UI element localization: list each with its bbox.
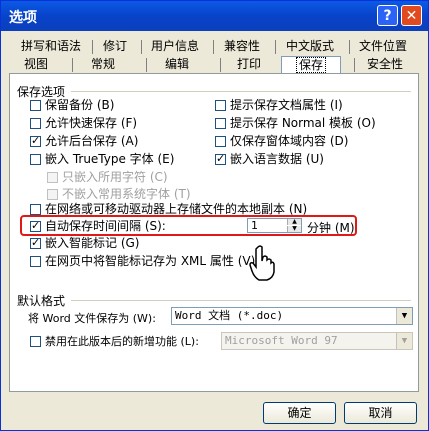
form-data-only-checkbox[interactable] [215, 136, 226, 147]
embed-used-chars-checkbox [47, 172, 58, 183]
local-copy-checkbox[interactable] [30, 204, 41, 215]
no-system-fonts-checkbox [47, 189, 58, 200]
dialog-title: 选项 [9, 10, 37, 26]
keep-backup-checkbox[interactable] [30, 100, 41, 111]
tab-asian-typography[interactable]: 中文版式 [275, 38, 344, 56]
tab-save[interactable]: 保存 [281, 56, 341, 74]
prompt-normal-template-checkbox[interactable] [215, 118, 226, 129]
save-as-label: 将 Word 文件保存为 (W): [28, 312, 156, 325]
cancel-button[interactable]: 取消 [344, 402, 417, 424]
tab-general[interactable]: 常规 [72, 56, 133, 74]
xml-smart-tags-checkbox[interactable] [30, 256, 41, 267]
embed-language-data-checkbox[interactable] [215, 152, 226, 165]
tab-spelling-grammar[interactable]: 拼写和语法 [13, 38, 89, 56]
title-bar: 选项 ? ✕ [1, 1, 428, 31]
highlight-box [20, 215, 357, 236]
tab-compatibility[interactable]: 兼容性 [213, 38, 270, 56]
hand-pointer-icon [249, 245, 275, 281]
tab-security[interactable]: 安全性 [354, 56, 415, 74]
ok-button[interactable]: 确定 [263, 402, 336, 424]
help-button[interactable]: ? [377, 5, 398, 26]
close-button[interactable]: ✕ [401, 5, 422, 26]
version-dropdown: Microsoft Word 97 ▼ [221, 332, 413, 350]
background-save-checkbox[interactable] [30, 134, 41, 147]
version-value: Microsoft Word 97 [225, 334, 338, 347]
save-as-value: Word 文档 (*.doc) [175, 309, 284, 322]
save-options-divider [71, 91, 411, 92]
tab-file-locations[interactable]: 文件位置 [349, 38, 416, 56]
tab-edit[interactable]: 编辑 [146, 56, 207, 74]
save-as-dropdown[interactable]: Word 文档 (*.doc) ▼ [171, 307, 413, 325]
dropdown-arrow-icon[interactable]: ▼ [396, 308, 412, 324]
fast-save-checkbox[interactable] [30, 118, 41, 129]
embed-truetype-checkbox[interactable] [30, 154, 41, 165]
tab-view[interactable]: 视图 [13, 56, 59, 74]
options-dialog: 选项 ? ✕ 拼写和语法 修订 用户信息 兼容性 中文版式 文件位置 视图 常规… [0, 0, 429, 431]
embed-smart-tags-checkbox[interactable] [30, 236, 41, 249]
tab-print[interactable]: 打印 [220, 56, 277, 74]
tab-save-label: 保存 [295, 57, 326, 73]
default-format-divider [71, 300, 411, 301]
tab-track-changes[interactable]: 修订 [92, 38, 137, 56]
disable-features-checkbox[interactable] [30, 336, 41, 347]
prompt-doc-props-checkbox[interactable] [215, 100, 226, 111]
default-format-label: 默认格式 [17, 294, 66, 308]
dropdown-arrow-icon: ▼ [396, 333, 412, 349]
tab-user-info[interactable]: 用户信息 [141, 38, 208, 56]
